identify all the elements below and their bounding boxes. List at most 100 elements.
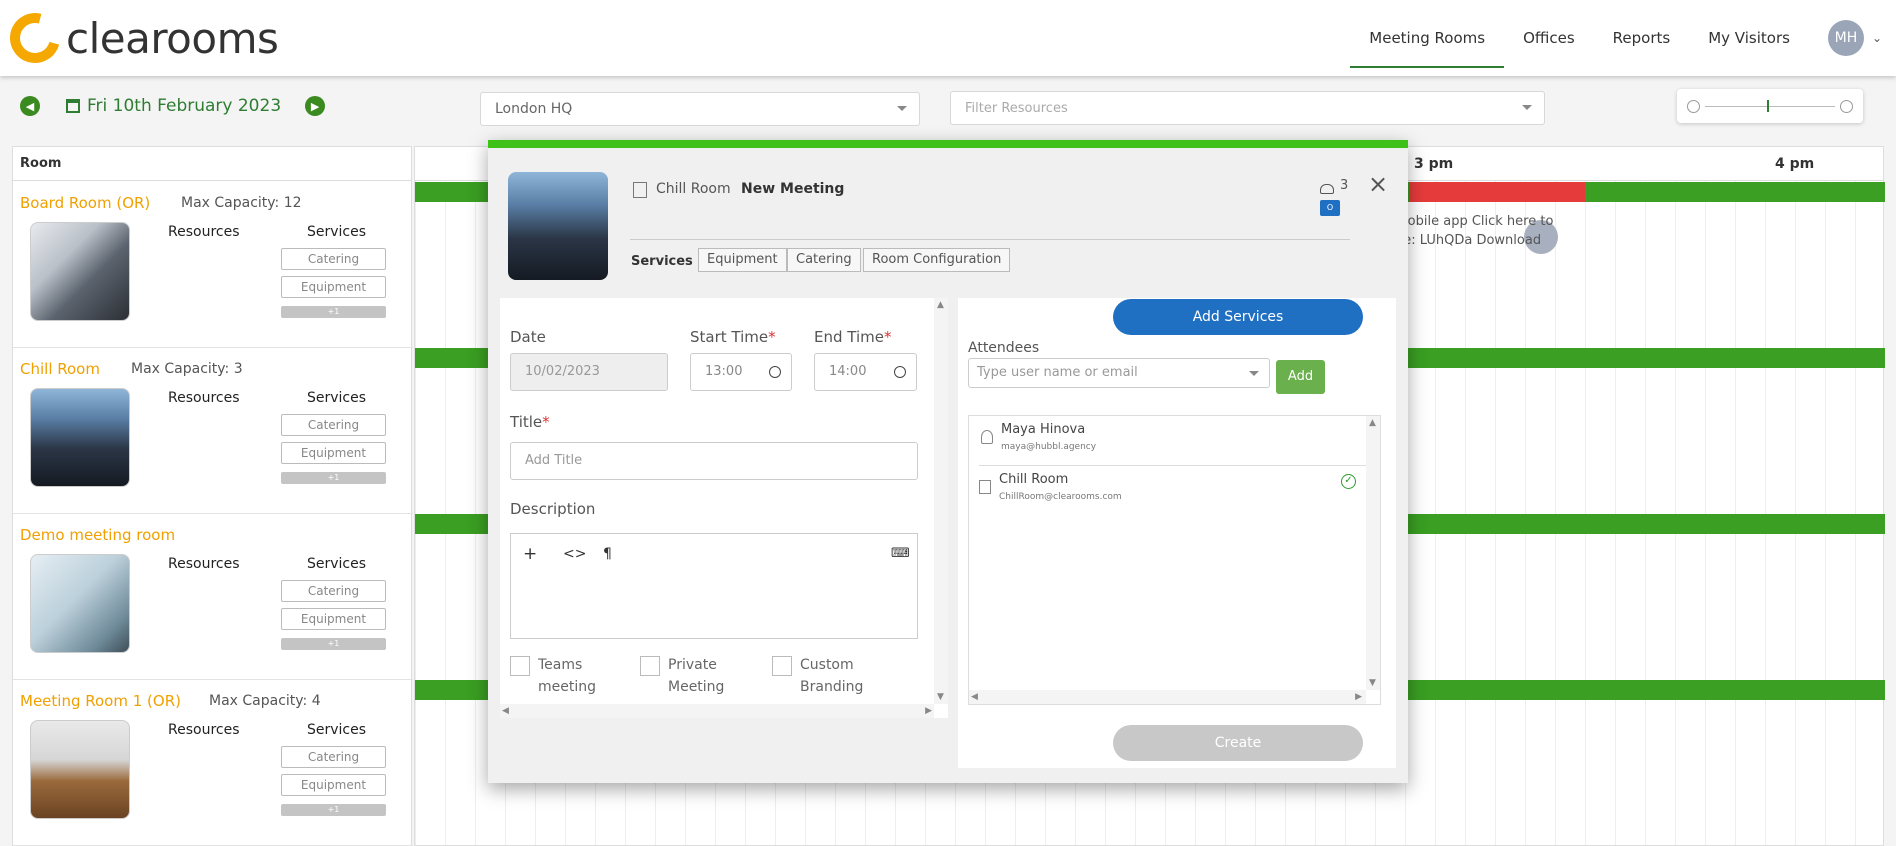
- equipment-button[interactable]: Equipment: [281, 608, 386, 630]
- more-services-button[interactable]: +1: [281, 804, 386, 816]
- catering-button[interactable]: Catering: [281, 580, 386, 602]
- description-editor[interactable]: + <> ¶ ⌨: [510, 533, 918, 639]
- calendar-icon: [66, 99, 80, 113]
- room-name[interactable]: Meeting Room 1 (OR): [20, 692, 181, 710]
- date-field[interactable]: 10/02/2023: [510, 353, 668, 391]
- catering-button[interactable]: Catering: [281, 248, 386, 270]
- label-line: Private: [668, 657, 717, 673]
- private-meeting-checkbox[interactable]: [640, 656, 660, 676]
- label-line: Branding: [800, 679, 864, 695]
- scroll-down-icon[interactable]: ▼: [1369, 678, 1376, 688]
- keyboard-icon[interactable]: ⌨: [891, 546, 910, 561]
- more-services-button[interactable]: +1: [281, 306, 386, 318]
- date-navigator: ◀ Fri 10th February 2023 ▶: [20, 96, 326, 116]
- slider-handle[interactable]: [1767, 100, 1769, 112]
- top-bar: clearooms Meeting Rooms Offices Reports …: [0, 0, 1896, 76]
- current-date[interactable]: Fri 10th February 2023: [87, 96, 281, 116]
- end-time-field[interactable]: 14:00: [814, 353, 917, 391]
- equipment-button[interactable]: Equipment: [281, 774, 386, 796]
- location-select[interactable]: London HQ: [480, 92, 920, 126]
- custom-branding-label: Custom Branding: [800, 654, 863, 698]
- room-card[interactable]: Demo meeting room Resources Services Cat…: [13, 514, 413, 680]
- tab-catering[interactable]: Catering: [787, 248, 861, 272]
- scroll-up-icon[interactable]: ▲: [937, 300, 944, 310]
- room-name[interactable]: Chill Room: [20, 360, 100, 378]
- nav-my-visitors[interactable]: My Visitors: [1689, 8, 1809, 68]
- title-input[interactable]: Add Title: [510, 442, 918, 480]
- catering-button[interactable]: Catering: [281, 414, 386, 436]
- title-label: Title*: [510, 413, 550, 431]
- booking-event-text[interactable]: mobile app Click here to de: LUhQDa Down…: [1395, 212, 1575, 250]
- equipment-button[interactable]: Equipment: [281, 442, 386, 464]
- room-name[interactable]: Demo meeting room: [20, 526, 175, 544]
- room-card[interactable]: Meeting Room 1 (OR) Max Capacity: 4 Reso…: [13, 680, 413, 846]
- end-time-value: 14:00: [829, 364, 867, 379]
- tab-equipment[interactable]: Equipment: [698, 248, 787, 272]
- scroll-left-icon[interactable]: ◀: [971, 692, 978, 702]
- list-item[interactable]: Maya Hinova maya@hubbl.agency: [979, 416, 1369, 466]
- end-time-label-text: End Time: [814, 328, 884, 346]
- description-label: Description: [510, 500, 596, 518]
- add-attendee-button[interactable]: Add: [1276, 360, 1325, 394]
- list-item[interactable]: Chill Room ChillRoom@clearooms.com ✓: [969, 466, 1379, 516]
- room-card[interactable]: Board Room (OR) Max Capacity: 12 Resourc…: [13, 182, 413, 348]
- zoom-in-icon[interactable]: [1840, 100, 1853, 113]
- horizontal-scrollbar[interactable]: ◀ ▶: [969, 690, 1366, 704]
- plus-icon[interactable]: +: [523, 544, 537, 564]
- zoom-out-icon[interactable]: [1687, 100, 1700, 113]
- chevron-down-icon: [1522, 105, 1532, 110]
- room-capacity: Max Capacity: 4: [209, 693, 321, 709]
- chevron-down-icon: [1249, 371, 1259, 376]
- booked-slot[interactable]: [1409, 182, 1585, 202]
- next-day-button[interactable]: ▶: [305, 96, 326, 116]
- chevron-down-icon[interactable]: ⌄: [1872, 31, 1882, 45]
- room-capacity: Max Capacity: 12: [181, 195, 302, 211]
- room-capacity: Max Capacity: 3: [131, 361, 243, 377]
- paragraph-icon[interactable]: ¶: [603, 546, 612, 562]
- people-icon: [1320, 184, 1334, 194]
- more-services-button[interactable]: +1: [281, 472, 386, 484]
- prev-day-button[interactable]: ◀: [20, 96, 40, 116]
- room-photo: [30, 388, 130, 487]
- scroll-right-icon[interactable]: ▶: [1355, 692, 1362, 702]
- start-time-field[interactable]: 13:00: [690, 353, 792, 391]
- room-card[interactable]: Chill Room Max Capacity: 3 Resources Ser…: [13, 348, 413, 514]
- horizontal-scrollbar[interactable]: ◀ ▶: [500, 704, 934, 718]
- nav-meeting-rooms[interactable]: Meeting Rooms: [1350, 8, 1505, 68]
- vertical-scrollbar[interactable]: ▲ ▼: [934, 298, 948, 704]
- nav-offices[interactable]: Offices: [1504, 8, 1594, 68]
- code-icon[interactable]: <>: [563, 546, 586, 562]
- modal-room-name: Chill Room: [656, 181, 731, 197]
- attendees-panel: Add Services Attendees Type user name or…: [958, 298, 1396, 768]
- resources-label: Resources: [168, 224, 240, 240]
- scroll-left-icon[interactable]: ◀: [502, 706, 509, 716]
- label-line: Teams: [538, 657, 583, 673]
- scroll-up-icon[interactable]: ▲: [1369, 418, 1376, 428]
- create-button[interactable]: Create: [1113, 725, 1363, 761]
- attendee-search-input[interactable]: Type user name or email: [968, 358, 1270, 388]
- resources-label: Resources: [168, 390, 240, 406]
- nav-reports[interactable]: Reports: [1594, 8, 1690, 68]
- attendee-count: 3: [1340, 178, 1349, 193]
- scroll-down-icon[interactable]: ▼: [937, 692, 944, 702]
- user-avatar[interactable]: MH: [1827, 20, 1864, 56]
- logo[interactable]: clearooms: [0, 3, 279, 73]
- tab-room-configuration[interactable]: Room Configuration: [863, 248, 1011, 272]
- teams-meeting-label: Teams meeting: [538, 654, 596, 698]
- scroll-right-icon[interactable]: ▶: [925, 706, 932, 716]
- room-list: Room Board Room (OR) Max Capacity: 12 Re…: [12, 146, 413, 846]
- resource-filter[interactable]: Filter Resources: [950, 91, 1545, 125]
- attendee-email: maya@hubbl.agency: [1001, 442, 1097, 452]
- more-services-button[interactable]: +1: [281, 638, 386, 650]
- equipment-button[interactable]: Equipment: [281, 276, 386, 298]
- catering-button[interactable]: Catering: [281, 746, 386, 768]
- custom-branding-checkbox[interactable]: [772, 656, 792, 676]
- location-value: London HQ: [495, 101, 573, 117]
- close-icon[interactable]: ×: [1368, 170, 1388, 198]
- teams-meeting-checkbox[interactable]: [510, 656, 530, 676]
- time-label: 4 pm: [1775, 156, 1815, 172]
- vertical-scrollbar[interactable]: ▲ ▼: [1366, 416, 1380, 690]
- add-services-button[interactable]: Add Services: [1113, 299, 1363, 335]
- room-name[interactable]: Board Room (OR): [20, 194, 150, 212]
- zoom-slider[interactable]: [1677, 89, 1863, 123]
